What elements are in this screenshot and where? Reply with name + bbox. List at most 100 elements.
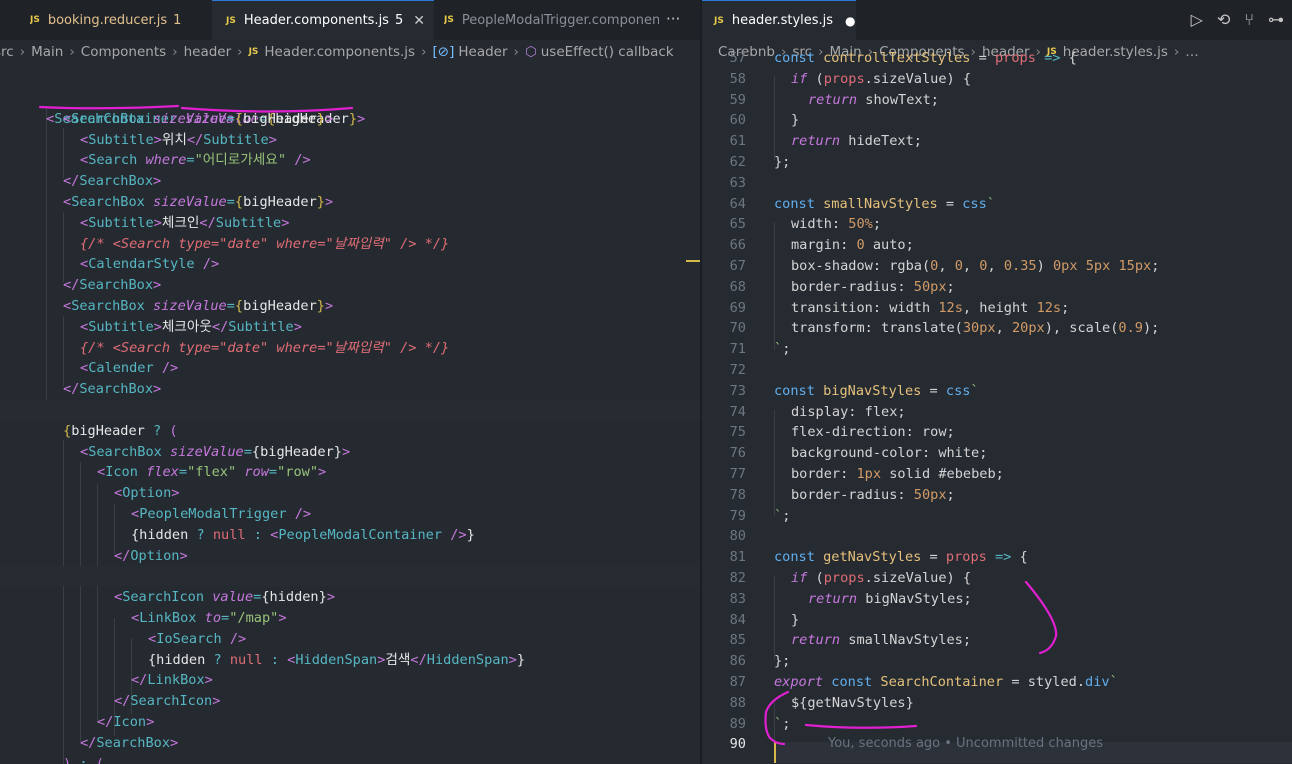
code-line: 64 const smallNavStyles = css` [702, 194, 1292, 215]
code-text: }; [774, 154, 791, 170]
code-line: 62}; [702, 152, 1292, 173]
code-line: 68 border-radius: 50px; [702, 277, 1292, 298]
line-number: 78 [729, 486, 746, 503]
code-text: `; [774, 341, 791, 358]
line-number: 84 [729, 611, 746, 628]
breadcrumb-item[interactable]: Components [81, 44, 166, 60]
code-line: 84} [702, 610, 1292, 631]
code-line: 90 You, seconds ago • Uncommitted changes [702, 734, 1292, 755]
cube-icon: ⬡ [524, 44, 537, 60]
editor-actions: ▷ ⟲ ⑂ ⊶ [1191, 10, 1284, 29]
line-number: 88 [729, 694, 746, 711]
code-text: `; [774, 715, 791, 732]
line-number: 75 [729, 424, 746, 441]
problem-count-badge: 1 [173, 12, 182, 28]
right-editor-pane: JS header.styles.js ● ▷ ⟲ ⑂ ⊶ Carebnb › s… [702, 0, 1292, 764]
line-number: 57 [729, 50, 746, 66]
code-line: <IoSearch /> [148, 630, 247, 647]
code-text: transition: width 12s, height 12s; [791, 299, 1070, 316]
code-line: <SearchBox sizeValue={bigHeader}> [63, 110, 334, 127]
breadcrumb-item[interactable]: useEffect() callback [541, 44, 674, 60]
blank-line-highlight [0, 566, 700, 586]
run-icon[interactable]: ▷ [1191, 10, 1203, 29]
js-file-icon: JS [226, 15, 236, 26]
line-number: 61 [729, 133, 746, 150]
line-number: 80 [729, 528, 746, 545]
code-text: return showText; [808, 91, 939, 108]
code-line: 86}; [702, 651, 1292, 672]
code-line: 83 return bigNavStyles; [702, 589, 1292, 610]
breadcrumb-item[interactable]: header [184, 44, 232, 60]
code-line: <Subtitle>위치</Subtitle> [80, 131, 277, 148]
minimap-marker [686, 260, 700, 262]
tab-booking-reducer[interactable]: JS booking.reducer.js 1 [30, 0, 200, 40]
line-number: 60 [729, 112, 746, 129]
code-line: </SearchBox> [63, 173, 162, 190]
code-line: 82 if (props.sizeValue) { [702, 568, 1292, 589]
tab-label: header.styles.js [731, 13, 834, 28]
tab-header-components[interactable]: JS Header.components.js 5 ✕ [212, 0, 434, 40]
code-line: <Calender /> [80, 360, 179, 377]
code-line: ) : ( [63, 755, 104, 764]
code-line: 73 const bigNavStyles = css` [702, 381, 1292, 402]
tab-label: booking.reducer.js [47, 12, 168, 28]
code-line: 59 return showText; [702, 90, 1292, 111]
breadcrumb-item[interactable]: src [0, 44, 14, 60]
code-text: return bigNavStyles; [808, 590, 972, 607]
code-line: {/* <Search type="date" where="날짜입력" /> … [80, 339, 450, 356]
left-tab-bar: JS booking.reducer.js 1 JS Header.compon… [0, 0, 700, 40]
code-line: <CalendarStyle /> [80, 256, 220, 273]
history-icon[interactable]: ⟲ [1217, 10, 1230, 29]
code-line: <Option> [114, 485, 180, 502]
code-line: 61 return hideText; [702, 131, 1292, 152]
tab-people-modal-trigger[interactable]: JS PeopleModalTrigger.componen [444, 0, 659, 40]
breadcrumb-item[interactable]: Main [31, 44, 63, 60]
breadcrumb-item[interactable]: Header [458, 44, 507, 60]
code-line: 78 border-radius: 50px; [702, 485, 1292, 506]
code-line: </SearchBox> [63, 381, 162, 398]
code-line: </Icon> [97, 714, 155, 730]
code-line: 66 margin: 0 auto; [702, 235, 1292, 256]
line-number: 76 [729, 445, 746, 462]
code-line: <Subtitle>체크아웃</Subtitle> [80, 318, 302, 335]
code-line: <SearchContainer sizeValue={bigHeader}> [46, 110, 366, 127]
line-number: 82 [729, 570, 746, 586]
breadcrumb-item[interactable]: Header.components.js [264, 44, 415, 60]
code-text: if (props.sizeValue) { [791, 570, 972, 586]
code-line: 80 [702, 526, 1292, 547]
tab-header-styles[interactable]: JS header.styles.js ● [702, 0, 856, 40]
code-line: 60} [702, 110, 1292, 131]
code-line: </LinkBox> [131, 672, 213, 689]
line-number: 66 [729, 237, 746, 254]
code-text: const bigNavStyles = css` [774, 382, 979, 399]
code-line: 77 border: 1px solid #ebebeb; [702, 464, 1292, 485]
code-line: 89 `; [702, 714, 1292, 735]
unsaved-dot-icon[interactable]: ● [845, 14, 855, 28]
code-text: return hideText; [791, 133, 922, 150]
code-line: <SearchBox sizeValue={bigHeader}> [80, 443, 351, 460]
git-commit-icon[interactable]: ⊶ [1268, 10, 1284, 29]
code-line: 69 transition: width 12s, height 12s; [702, 298, 1292, 319]
close-icon[interactable]: ✕ [413, 13, 425, 29]
code-line: {bigHeader ? ( [63, 422, 178, 439]
code-line: 58 if (props.sizeValue) { [702, 69, 1292, 90]
code-text: `; [774, 507, 791, 524]
code-line: 75 flex-direction: row; [702, 422, 1292, 443]
js-file-icon: JS [444, 15, 454, 25]
git-compare-icon[interactable]: ⑂ [1244, 10, 1254, 29]
code-line: 57 const controllTextStyles = props => { [702, 48, 1292, 69]
js-file-icon: JS [248, 47, 259, 57]
code-text: return smallNavStyles; [791, 632, 972, 649]
code-text: background-color: white; [791, 445, 988, 462]
code-line: 71 `; [702, 339, 1292, 360]
code-text: export const SearchContainer = styled.di… [774, 674, 1118, 690]
code-line: 74 display: flex; [702, 402, 1292, 423]
line-number: 85 [729, 632, 746, 649]
code-line: {hidden ? null : <HiddenSpan>검색</HiddenS… [148, 651, 525, 668]
code-text: display: flex; [791, 403, 906, 420]
code-line: 67 box-shadow: rgba(0, 0, 0, 0.35) 0px 5p… [702, 256, 1292, 277]
code-text: border: 1px solid #ebebeb; [791, 466, 1004, 482]
more-actions-icon[interactable]: ··· [666, 10, 680, 28]
line-number: 77 [729, 466, 746, 482]
code-line: 76 background-color: white; [702, 443, 1292, 464]
